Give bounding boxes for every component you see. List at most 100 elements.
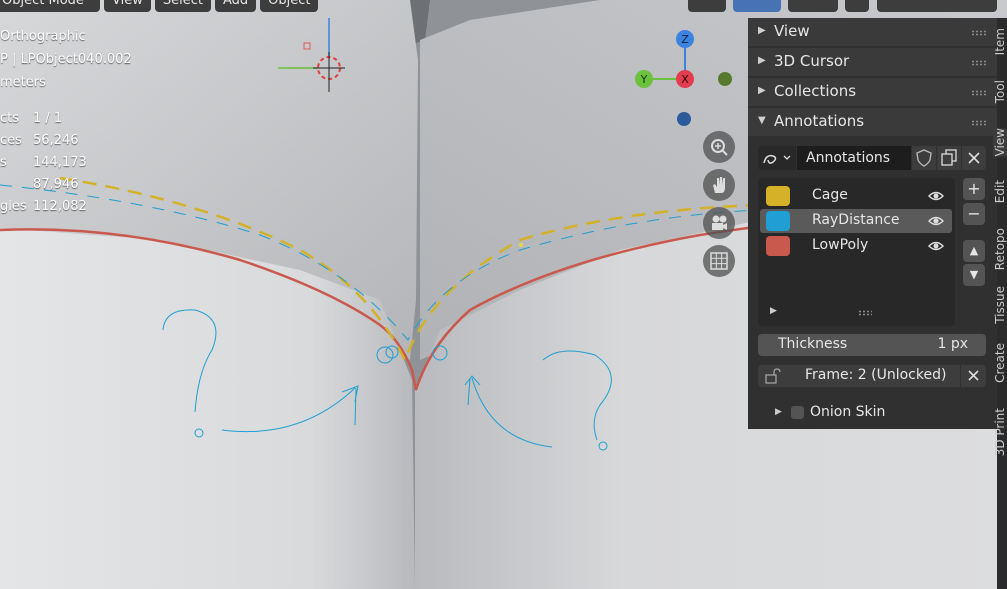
camera-icon [712, 215, 727, 230]
move-layer-down-button[interactable]: ▼ [963, 264, 985, 286]
thickness-value: 1 px [937, 336, 968, 352]
tab-view[interactable]: View [993, 128, 1007, 157]
shading-mode-group[interactable] [877, 0, 997, 12]
expand-arrow-icon: ▶ [758, 25, 766, 36]
drag-grip-icon[interactable] [971, 30, 987, 36]
layer-name: Cage [812, 187, 848, 203]
collapse-arrow-icon: ▼ [758, 115, 766, 126]
list-filter-arrow-icon[interactable]: ▶ [770, 306, 777, 316]
stat-label: s [0, 155, 7, 170]
stat-value: 87,946 [33, 177, 79, 192]
hand-icon [713, 177, 725, 193]
expand-arrow-icon: ▶ [775, 407, 782, 417]
viewport-header: Object Mode View Select Add Object [0, 0, 322, 12]
layer-color-swatch[interactable] [766, 186, 790, 206]
layer-row-raydistance[interactable]: RayDistance [760, 209, 952, 233]
ortho-toggle-button[interactable] [703, 245, 735, 277]
stat-value: 1 / 1 [33, 111, 63, 126]
eye-icon[interactable] [928, 188, 944, 204]
transform-pivot-group[interactable] [688, 0, 726, 12]
panel-header-3d-cursor[interactable]: ▶ 3D Cursor [748, 48, 997, 76]
expand-arrow-icon: ▶ [758, 55, 766, 66]
expand-arrow-icon: ▶ [758, 85, 766, 96]
proportional-group[interactable] [788, 0, 838, 12]
active-object-label: P | LPObject040.002 [0, 52, 132, 67]
duplicate-button[interactable] [937, 146, 961, 170]
close-icon [968, 152, 980, 164]
mode-label: Object Mode [2, 0, 84, 8]
annotation-stroke-icon [763, 154, 791, 164]
panel-title: Annotations [774, 112, 865, 130]
stat-value: 144,173 [33, 155, 87, 170]
tab-retopo[interactable]: Retopo [993, 228, 1007, 270]
layer-name: LowPoly [812, 237, 869, 253]
overlay-toggle[interactable] [845, 0, 869, 12]
unlink-button[interactable] [962, 146, 986, 170]
shield-icon [916, 149, 932, 167]
add-layer-button[interactable]: + [963, 178, 985, 200]
datablock-name-field[interactable]: Annotations [797, 146, 911, 170]
layer-list: Cage RayDistance LowPoly ▶ [758, 178, 955, 326]
panel-header-collections[interactable]: ▶ Collections [748, 78, 997, 106]
layer-row-cage[interactable]: Cage [760, 184, 952, 208]
layer-row-lowpoly[interactable]: LowPoly [760, 234, 952, 258]
tab-tool[interactable]: Tool [993, 80, 1007, 103]
onion-skin-checkbox[interactable] [791, 406, 804, 419]
move-layer-up-button[interactable]: ▲ [963, 240, 985, 262]
unlock-icon [765, 368, 781, 384]
layer-color-swatch[interactable] [766, 211, 790, 231]
stat-label: gles [0, 199, 27, 214]
drag-grip-icon[interactable] [971, 60, 987, 66]
remove-layer-button[interactable]: − [963, 203, 985, 225]
navigation-gizmo[interactable]: Z Y X [630, 28, 742, 128]
tab-tissue[interactable]: Tissue [993, 286, 1007, 324]
close-icon [968, 370, 979, 381]
pan-button[interactable] [703, 169, 735, 201]
layer-name: RayDistance [812, 212, 900, 228]
thickness-label: Thickness [778, 336, 848, 352]
gizmo-x-label: X [681, 73, 689, 86]
snapping-group[interactable] [733, 0, 781, 12]
thickness-slider[interactable]: Thickness 1 px [758, 334, 986, 356]
panel-title: 3D Cursor [774, 52, 850, 70]
gizmo-y-label: Y [640, 73, 648, 86]
projection-label: Orthographic [0, 29, 86, 44]
sidebar-tabs: Item Tool View Edit Retopo Tissue Create… [993, 18, 1007, 589]
tab-item[interactable]: Item [993, 28, 1007, 55]
grid-icon [710, 252, 728, 270]
eye-icon[interactable] [928, 238, 944, 254]
frame-delete-button[interactable] [961, 365, 986, 387]
tab-create[interactable]: Create [993, 343, 1007, 383]
eye-icon[interactable] [928, 213, 944, 229]
frame-lock-field[interactable]: Frame: 2 (Unlocked) [758, 365, 960, 387]
stat-label: ces [0, 133, 22, 148]
panel-title: Collections [774, 82, 857, 100]
units-label: meters [0, 75, 46, 90]
stat-label: cts [0, 111, 20, 126]
tab-edit[interactable]: Edit [993, 180, 1007, 203]
zoom-button[interactable] [703, 131, 735, 163]
drag-grip-icon[interactable] [971, 120, 987, 126]
list-resize-grip-icon[interactable] [858, 310, 872, 316]
menu-add[interactable]: Add [214, 0, 257, 12]
sidebar-panel: ▶ View ▶ 3D Cursor ▶ Collections ▼ Annot… [748, 18, 997, 429]
datablock-browse-button[interactable] [758, 146, 796, 170]
onion-skin-label: Onion Skin [810, 404, 886, 420]
camera-view-button[interactable] [703, 207, 735, 239]
duplicate-icon [941, 149, 957, 166]
menu-select[interactable]: Select [154, 0, 211, 12]
annotation-datablock-row: Annotations [758, 146, 986, 170]
menu-object[interactable]: Object [260, 0, 319, 12]
menu-view[interactable]: View [104, 0, 151, 12]
mode-selector[interactable]: Object Mode [0, 0, 100, 12]
layer-color-swatch[interactable] [766, 236, 790, 256]
drag-grip-icon[interactable] [971, 90, 987, 96]
panel-header-annotations[interactable]: ▼ Annotations [748, 108, 997, 136]
panel-header-view[interactable]: ▶ View [748, 18, 997, 46]
stat-value: 112,082 [33, 199, 87, 214]
zoom-icon [711, 139, 728, 156]
onion-skin-subpanel[interactable]: ▶ Onion Skin [748, 401, 997, 427]
gizmo-z-label: Z [681, 33, 689, 46]
fake-user-button[interactable] [912, 146, 936, 170]
tab-3d-print[interactable]: 3D Print [993, 408, 1007, 456]
